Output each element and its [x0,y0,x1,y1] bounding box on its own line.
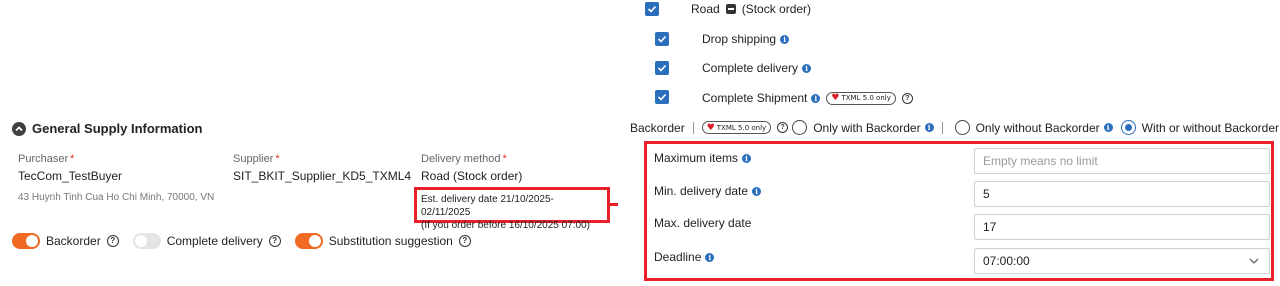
purchaser-address: 43 Huynh Tinh Cua Ho Chi Minh, 70000, VN [18,192,215,203]
substitution-toggle-label: Substitution suggestion [328,234,453,248]
delivery-method-value[interactable]: Road (Stock order) [421,169,522,183]
road-option: Road (Stock order) [691,2,811,16]
info-icon[interactable]: i [924,123,934,132]
estimated-delivery-box: Est. delivery date 21/10/2025-02/11/2025… [414,187,610,231]
complete-shipment-option: Complete Shipment i ♥ TXML 5.0 only ? [702,91,913,105]
txml-badge: ♥ TXML 5.0 only [701,121,772,134]
backorder-label: Backorder [630,120,685,135]
info-icon[interactable]: i [752,186,762,196]
chevron-up-icon[interactable] [12,121,26,136]
chevron-down-icon[interactable] [1249,257,1259,265]
purchaser-value: TecCom_TestBuyer [18,169,123,183]
deadline-row: Deadline i [654,250,715,264]
help-icon[interactable]: ? [268,235,281,247]
radio-only-without-backorder[interactable] [954,120,970,135]
info-icon[interactable]: i [1103,123,1113,132]
section-header[interactable]: General Supply Information [12,121,202,136]
general-supply-panel: General Supply Information Purchaser * Te… [0,0,618,286]
min-delivery-row: Min. delivery date i [654,184,762,198]
backorder-row: Backorder ♥ TXML 5.0 only ? Only with Bac… [630,120,1280,135]
purchaser-label: Purchaser [18,153,69,165]
section-title: General Supply Information [32,121,203,136]
drop-shipping-option: Drop shipping i [702,32,790,46]
complete-delivery-option: Complete delivery i [702,61,812,75]
est-delivery-date: Est. delivery date 21/10/2025-02/11/2025 [421,194,554,218]
max-delivery-input[interactable]: 17 [974,214,1270,240]
deadline-value: 07:00:00 [983,254,1030,268]
txml-badge-text: TXML 5.0 only [716,123,767,132]
backorder-toggle[interactable] [12,233,40,249]
road-suffix: (Stock order) [741,2,812,16]
complete-delivery-label: Complete delivery [702,61,799,75]
info-icon[interactable]: i [780,34,790,44]
max-delivery-label: Max. delivery date [654,216,752,230]
info-icon[interactable]: i [705,252,715,262]
heart-icon: ♥ [831,93,840,103]
help-icon[interactable]: ? [777,122,789,133]
txml-badge: ♥ TXML 5.0 only [826,91,896,105]
backorder-toggle-label: Backorder [46,234,101,248]
info-icon[interactable]: i [742,153,752,163]
required-mark: * [70,153,75,165]
complete-shipment-checkbox[interactable] [655,90,669,104]
maximum-items-row: Maximum items i [654,151,752,165]
complete-delivery-checkbox[interactable] [655,61,669,75]
deadline-select[interactable]: 07:00:00 [974,248,1270,274]
purchaser-field: Purchaser * TecCom_TestBuyer 43 Huynh Tin… [18,153,218,204]
min-delivery-input[interactable]: 5 [974,181,1270,207]
only-without-backorder-label: Only without Backorder [975,120,1100,135]
heart-icon: ♥ [706,122,715,133]
help-icon[interactable]: ? [458,235,471,247]
maximum-items-input[interactable]: Empty means no limit [974,148,1270,174]
required-mark: * [502,153,507,165]
help-icon[interactable]: ? [901,92,913,104]
toggle-row: Backorder ? Complete delivery ? Substitu… [12,233,485,249]
supplier-label: Supplier [233,153,274,165]
substitution-toggle[interactable] [294,233,323,249]
txml-badge-text: TXML 5.0 only [841,94,891,102]
supplier-value: SIT_BKIT_Supplier_KD5_TXML4 [233,169,412,183]
complete-delivery-toggle-item: Complete delivery ? [132,233,281,249]
min-delivery-label: Min. delivery date [654,184,749,198]
delivery-method-label: Delivery method [421,153,501,165]
complete-shipment-label: Complete Shipment [702,91,808,105]
required-mark: * [275,153,280,165]
only-with-backorder-label: Only with Backorder [813,120,921,135]
collapse-icon[interactable] [725,4,736,14]
drop-shipping-checkbox[interactable] [655,32,669,46]
supplier-field: Supplier * SIT_BKIT_Supplier_KD5_TXML4 [233,153,411,183]
help-icon[interactable]: ? [106,235,119,247]
info-icon[interactable]: i [802,63,812,73]
est-order-before: (If you order before 16/10/2025 07:00) [421,220,591,231]
backorder-toggle-item: Backorder ? [12,233,119,249]
complete-delivery-toggle[interactable] [132,233,161,249]
info-icon[interactable]: i [811,93,821,103]
deadline-label: Deadline [654,250,702,264]
divider [692,121,694,134]
maximum-items-label: Maximum items [654,151,739,165]
drop-shipping-label: Drop shipping [702,32,777,46]
max-delivery-row: Max. delivery date [654,216,751,230]
delivery-method-field: Delivery method * Road (Stock order) [421,153,522,183]
substitution-toggle-item: Substitution suggestion ? [294,233,471,249]
divider [941,121,943,134]
complete-delivery-toggle-label: Complete delivery [166,234,263,248]
with-or-without-backorder-label: With or without Backorder [1141,120,1280,135]
road-checkbox[interactable] [645,2,659,16]
road-label: Road [691,2,720,16]
delivery-options-panel: Road (Stock order) Drop shipping i Compl… [618,0,1280,286]
radio-with-or-without-backorder[interactable] [1120,120,1136,135]
radio-only-with-backorder[interactable] [792,120,808,135]
